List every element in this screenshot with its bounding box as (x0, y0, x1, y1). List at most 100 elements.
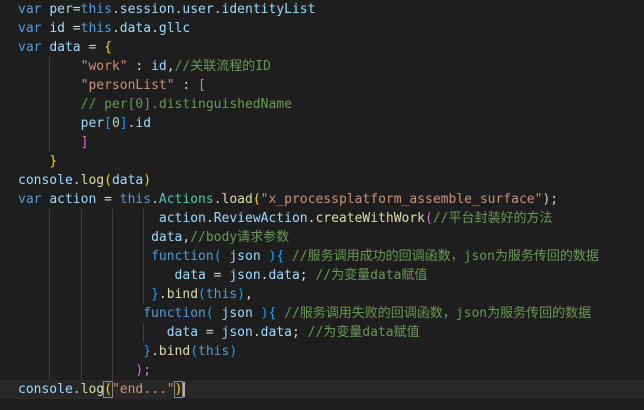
code-token: this (205, 287, 238, 302)
code-token: data (119, 21, 152, 36)
indent-guide (80, 342, 82, 361)
code-token: ( (103, 381, 113, 398)
code-line[interactable]: function( json ){ //服务调用失败的回调函数，json为服务传… (0, 304, 644, 323)
code-token: ) (260, 249, 277, 264)
code-token: var (18, 192, 50, 207)
code-token: "work" (80, 59, 128, 74)
code-token: , (245, 287, 253, 302)
code-line[interactable]: ); (0, 361, 644, 380)
code-line[interactable]: // per[0].distinguishedName (0, 95, 644, 114)
code-token: var (18, 2, 50, 17)
code-line[interactable]: data = json.data; //为变量data赋值 (0, 323, 644, 342)
indent-guide (49, 114, 51, 133)
indent-guide (143, 247, 145, 266)
code-token: ( (252, 192, 261, 207)
code-line[interactable]: function( json ){ //服务调用成功的回调函数，json为服务传… (0, 247, 644, 266)
code-token: ); (542, 192, 559, 207)
code-token: //服务调用成功的回调函数，json为服务传回的数据 (291, 249, 599, 264)
text-cursor (183, 382, 186, 397)
code-token: ) (252, 306, 269, 321)
code-line[interactable]: console.log(data) (0, 171, 644, 190)
code-token: . (151, 21, 159, 36)
code-line[interactable]: }.bind(this) (0, 342, 644, 361)
code-line[interactable]: var data = { (0, 38, 644, 57)
code-token: createWithWork (315, 211, 426, 226)
code-token: ) (143, 173, 152, 188)
indent-guide (49, 266, 51, 285)
code-token: ); (135, 363, 152, 378)
code-token: ( (190, 344, 199, 359)
code-line[interactable]: ] (0, 133, 644, 152)
code-token: [ (198, 78, 206, 93)
code-line-content: console.log("end...") (18, 380, 184, 399)
code-token: id (49, 21, 65, 36)
code-line[interactable]: action.ReviewAction.createWithWork(//平台封… (0, 209, 644, 228)
code-line[interactable]: data,//body请求参数 (0, 228, 644, 247)
code-token: json (229, 268, 261, 283)
indent-guide (80, 323, 82, 342)
code-token: //为变量data赋值 (307, 325, 420, 340)
code-token: [ (104, 116, 112, 131)
code-editor[interactable]: var per=this.session.user.identityList va… (0, 0, 644, 410)
code-line-content: }.bind(this) (18, 342, 237, 361)
indent-guide (111, 285, 113, 304)
code-token: { (104, 40, 112, 55)
code-line[interactable]: "personList" : [ (0, 76, 644, 95)
indent-guide (80, 361, 82, 380)
code-line-content: var data = { (18, 38, 112, 57)
code-token: data (166, 325, 199, 340)
code-line[interactable]: var action = this.Actions.load("x_proces… (0, 190, 644, 209)
indent-guide (49, 228, 51, 247)
code-token: this (198, 344, 230, 359)
code-token: ( (104, 173, 112, 188)
code-token: . (205, 211, 214, 226)
code-line[interactable]: } (0, 152, 644, 171)
indent-guide (49, 247, 51, 266)
indent-guide (111, 361, 113, 380)
indent-guide (80, 228, 82, 247)
code-token: data (174, 268, 206, 283)
code-line-content: per[0].id (18, 114, 151, 133)
code-token: ( (425, 211, 433, 226)
code-line[interactable]: var per=this.session.user.identityList (0, 0, 644, 19)
code-line[interactable]: }.bind(this), (0, 285, 644, 304)
indent-guide (49, 95, 51, 114)
code-line-content: var id =this.data.gllc (18, 19, 190, 38)
indent-guide (80, 304, 82, 323)
code-token: console (18, 382, 73, 397)
indent-guide (111, 266, 113, 285)
indent-guide (80, 209, 82, 228)
code-token: session (119, 2, 175, 17)
code-token: : (127, 59, 152, 74)
indent-guide (49, 304, 51, 323)
code-line-content: data = json.data; //为变量data赋值 (18, 323, 420, 342)
code-line[interactable]: console.log("end...") (0, 380, 644, 399)
code-line[interactable]: per[0].id (0, 114, 644, 133)
code-token: json (229, 249, 261, 264)
code-token: } (143, 344, 152, 359)
code-line[interactable]: "work" : id,//关联流程的ID (0, 57, 644, 76)
code-token: per (80, 116, 105, 131)
code-line-content: console.log(data) (18, 171, 151, 190)
code-token: data (111, 173, 144, 188)
code-token: user (182, 2, 214, 17)
code-line[interactable]: var id =this.data.gllc (0, 19, 644, 38)
indent-guide (111, 209, 113, 228)
code-token: function (143, 306, 206, 321)
code-line-content: "personList" : [ (18, 76, 206, 95)
indent-guide (111, 323, 113, 342)
indent-guide (143, 285, 145, 304)
code-line-content: data,//body请求参数 (18, 228, 289, 247)
code-line[interactable]: data = json.data; //为变量data赋值 (0, 266, 644, 285)
code-line-content: ] (18, 133, 89, 152)
indent-guide (143, 266, 145, 285)
code-token: bind (166, 287, 199, 302)
code-token: = (64, 21, 81, 36)
code-token: ( (198, 287, 206, 302)
code-line-content: }.bind(this), (18, 285, 253, 304)
